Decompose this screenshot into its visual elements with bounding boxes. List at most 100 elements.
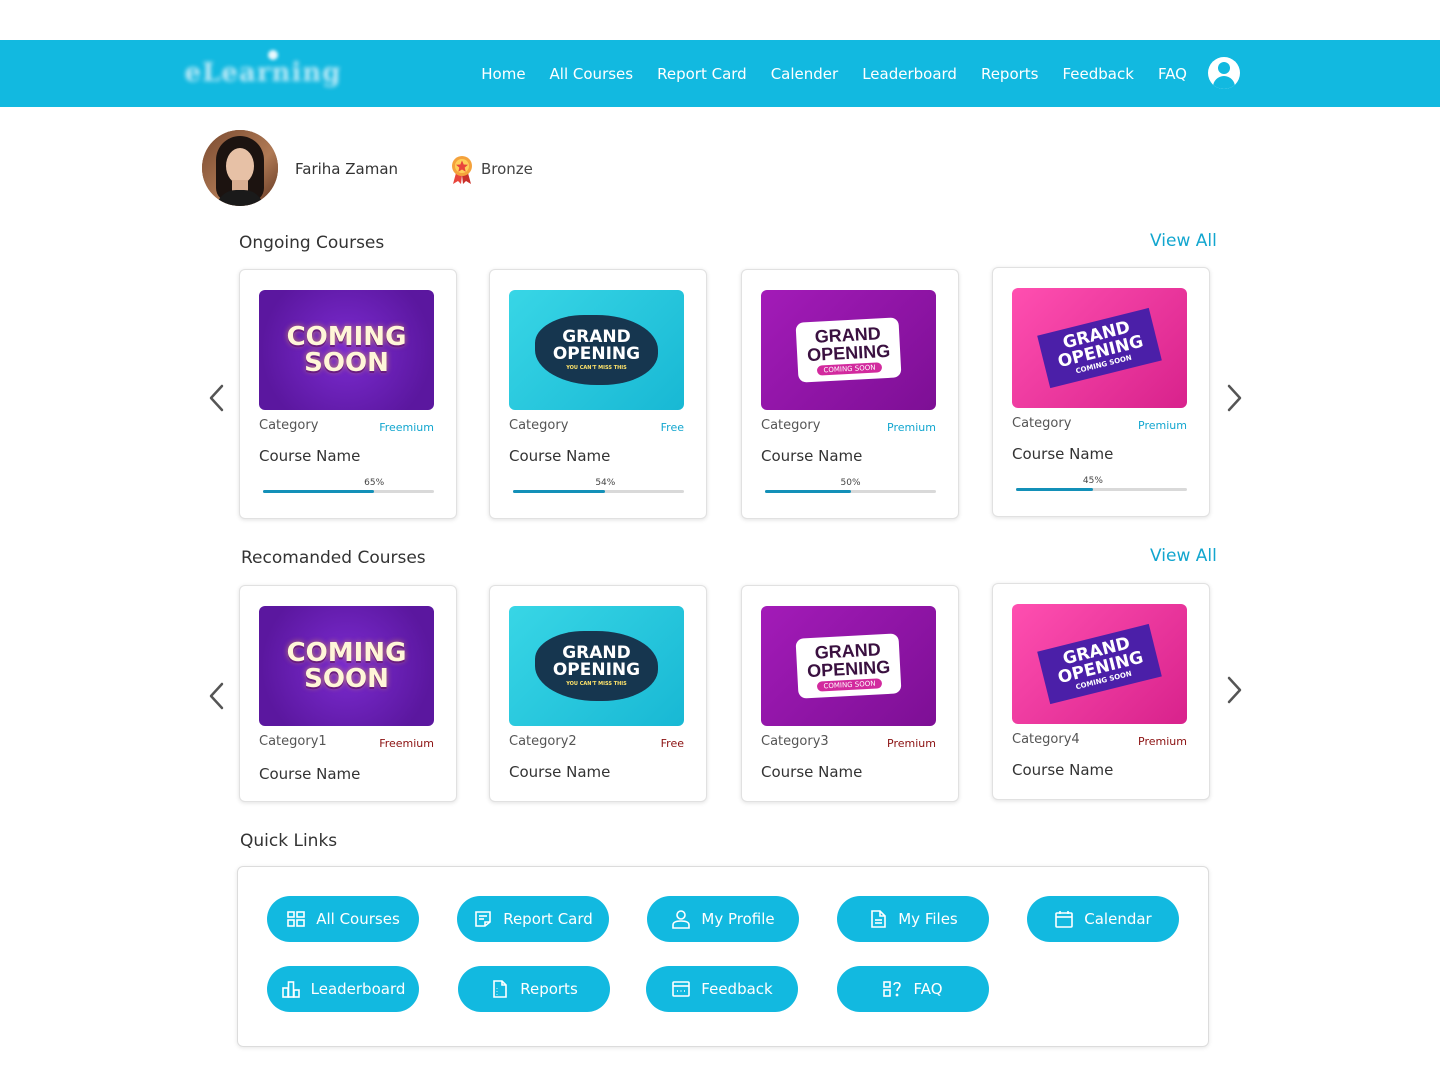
avatar[interactable]	[202, 130, 278, 206]
nav-calender[interactable]: Calender	[771, 65, 839, 83]
user-icon	[671, 909, 691, 929]
calendar-icon	[1054, 909, 1074, 929]
course-category: Category3	[761, 734, 829, 749]
course-category: Category1	[259, 734, 327, 749]
course-card[interactable]: GRAND OPENING YOU CAN'T MISS THIS Catego…	[489, 269, 707, 519]
progress-fill	[1016, 488, 1093, 491]
course-card[interactable]: COMING SOON Category Freemium Course Nam…	[239, 269, 457, 519]
thumb-box: GRAND OPENING COMING SOON	[795, 633, 902, 699]
course-thumbnail: GRAND OPENING COMING SOON	[1012, 604, 1187, 724]
ongoing-courses-title: Ongoing Courses	[239, 233, 385, 253]
course-tier: Free	[660, 421, 684, 434]
thumb-box: GRAND OPENING COMING SOON	[795, 317, 902, 383]
user-account-icon[interactable]	[1208, 57, 1240, 89]
thumb-line-2: OPENING	[806, 340, 891, 366]
nav-home[interactable]: Home	[481, 65, 525, 83]
course-name: Course Name	[259, 447, 361, 465]
quick-link-label: Calendar	[1084, 910, 1152, 928]
ongoing-prev-arrow-icon[interactable]	[205, 383, 229, 413]
course-card[interactable]: GRAND OPENING COMING SOON Category Premi…	[992, 267, 1210, 517]
thumb-caption: YOU CAN'T MISS THIS	[566, 365, 627, 371]
quick-link-leaderboard[interactable]: Leaderboard	[267, 966, 419, 1012]
nav-report-card[interactable]: Report Card	[657, 65, 747, 83]
quick-link-label: My Files	[898, 910, 958, 928]
quick-link-faq[interactable]: FAQ	[837, 966, 989, 1012]
thumb-band: GRAND OPENING COMING SOON	[1037, 623, 1162, 705]
progress-track	[765, 490, 936, 493]
course-category: Category4	[1012, 732, 1080, 747]
feedback-icon	[671, 979, 691, 999]
recommended-prev-arrow-icon[interactable]	[205, 681, 229, 711]
course-card[interactable]: GRAND OPENING YOU CAN'T MISS THIS Catego…	[489, 585, 707, 802]
quick-links-panel	[237, 866, 1209, 1047]
recommended-next-arrow-icon[interactable]	[1222, 675, 1246, 705]
course-tier: Premium	[887, 421, 936, 434]
progress-track	[513, 490, 684, 493]
nav-faq[interactable]: FAQ	[1158, 65, 1187, 83]
quick-link-feedback[interactable]: Feedback	[646, 966, 798, 1012]
thumb-line-2: OPENING	[552, 344, 641, 364]
course-card[interactable]: GRAND OPENING COMING SOON Category4 Prem…	[992, 583, 1210, 800]
file-icon	[868, 909, 888, 929]
quick-link-label: Leaderboard	[310, 980, 406, 998]
thumb-line-1: COMING	[286, 638, 407, 668]
medal-icon	[452, 156, 472, 184]
course-thumbnail: GRAND OPENING YOU CAN'T MISS THIS	[509, 290, 684, 410]
thumb-band: GRAND OPENING COMING SOON	[1037, 307, 1162, 389]
report-card-icon	[473, 909, 493, 929]
quick-link-my-files[interactable]: My Files	[837, 896, 989, 942]
thumb-line-1: COMING	[286, 322, 407, 352]
thumb-line-2: SOON	[304, 348, 389, 378]
thumb-blob: GRAND OPENING YOU CAN'T MISS THIS	[534, 631, 659, 701]
course-category: Category	[509, 418, 569, 433]
user-icon-head	[1218, 62, 1230, 74]
course-card[interactable]: GRAND OPENING COMING SOON Category Premi…	[741, 269, 959, 519]
user-icon-body	[1213, 76, 1235, 89]
recommended-courses-title: Recomanded Courses	[241, 548, 426, 568]
course-card[interactable]: GRAND OPENING COMING SOON Category3 Prem…	[741, 585, 959, 802]
thumb-line-2: SOON	[304, 664, 389, 694]
ongoing-next-arrow-icon[interactable]	[1222, 383, 1246, 413]
ongoing-view-all-link[interactable]: View All	[1150, 231, 1217, 251]
logo-text: eLearning	[184, 57, 342, 88]
quick-link-all-courses[interactable]: All Courses	[267, 896, 419, 942]
progress-fill	[765, 490, 851, 493]
quick-links-title: Quick Links	[240, 831, 338, 851]
course-name: Course Name	[1012, 445, 1114, 463]
leaderboard-icon	[281, 979, 301, 999]
progress-track	[263, 490, 434, 493]
thumb-line-2: OPENING	[806, 656, 891, 682]
logo[interactable]: eLearning	[185, 40, 340, 105]
course-thumbnail: COMING SOON	[259, 290, 434, 410]
course-tier: Premium	[887, 737, 936, 750]
thumb-caption: YOU CAN'T MISS THIS	[566, 681, 627, 687]
nav-feedback[interactable]: Feedback	[1063, 65, 1134, 83]
course-category: Category	[259, 418, 319, 433]
progress-fill	[263, 490, 375, 493]
avatar-face	[226, 148, 254, 184]
course-name: Course Name	[761, 447, 863, 465]
thumb-caption: COMING SOON	[817, 678, 882, 692]
quick-link-label: Reports	[520, 980, 578, 998]
main-nav: Home All Courses Report Card Calender Le…	[457, 40, 1187, 107]
course-tier: Freemium	[379, 737, 434, 750]
thumb-line-2: OPENING	[552, 660, 641, 680]
nav-all-courses[interactable]: All Courses	[550, 65, 634, 83]
course-name: Course Name	[1012, 761, 1114, 779]
nav-reports[interactable]: Reports	[981, 65, 1039, 83]
quick-link-my-profile[interactable]: My Profile	[647, 896, 799, 942]
quick-link-label: Report Card	[503, 910, 593, 928]
quick-link-label: Feedback	[701, 980, 773, 998]
course-tier: Free	[660, 737, 684, 750]
quick-link-report-card[interactable]: Report Card	[457, 896, 609, 942]
quick-link-calendar[interactable]: Calendar	[1027, 896, 1179, 942]
quick-link-reports[interactable]: Reports	[458, 966, 610, 1012]
course-card[interactable]: COMING SOON Category1 Freemium Course Na…	[239, 585, 457, 802]
recommended-view-all-link[interactable]: View All	[1150, 546, 1217, 566]
course-tier: Freemium	[379, 421, 434, 434]
progress-percent: 54%	[595, 478, 616, 488]
thumb-caption: COMING SOON	[817, 362, 882, 376]
course-name: Course Name	[509, 763, 611, 781]
nav-leaderboard[interactable]: Leaderboard	[862, 65, 957, 83]
faq-icon	[883, 979, 903, 999]
